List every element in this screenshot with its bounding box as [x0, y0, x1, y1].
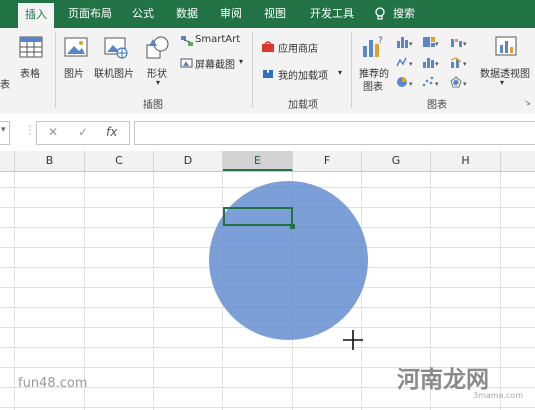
scatter-chart-icon[interactable]: ▾ [422, 76, 440, 91]
svg-text:▾: ▾ [463, 40, 467, 48]
pivot-chart-icon[interactable] [494, 34, 520, 63]
my-addins-button-label[interactable]: 我的加载项 [278, 67, 328, 82]
table-icon[interactable] [18, 34, 44, 63]
dialog-launcher-icon[interactable]: ↘ [524, 98, 531, 107]
select-all-corner[interactable] [0, 151, 15, 171]
svg-text:?: ? [378, 36, 383, 46]
smartart-button-label[interactable]: SmartArt [195, 34, 240, 45]
column-line [153, 172, 154, 410]
tab-developer[interactable]: 开发工具 [304, 0, 360, 28]
radar-chart-icon[interactable]: ▾ [450, 76, 468, 91]
pivot-chart-button-label[interactable]: 数据透视图 [480, 65, 530, 80]
column-header-i[interactable] [501, 151, 535, 171]
svg-text:▾: ▾ [435, 60, 439, 68]
screenshot-button-label[interactable]: 屏幕截图 [195, 56, 235, 71]
shapes-icon[interactable] [145, 35, 171, 64]
ribbon-tab-bar: 插入 页面布局 公式 数据 审阅 视图 开发工具 搜索 [0, 0, 535, 28]
tab-view[interactable]: 视图 [258, 0, 292, 28]
group-divider [252, 32, 253, 108]
line-chart-icon[interactable]: ▾ [396, 56, 414, 71]
waterfall-chart-icon[interactable]: ▾ [450, 36, 468, 51]
tab-review[interactable]: 审阅 [214, 0, 248, 28]
group-label-charts: 图表 [427, 100, 447, 111]
tab-page-layout[interactable]: 页面布局 [64, 0, 116, 28]
watermark-left: fun48.com [18, 376, 88, 391]
row-line [0, 407, 535, 408]
column-header-f[interactable]: F [293, 151, 362, 171]
column-line [14, 172, 15, 410]
picture-button-label[interactable]: 图片 [64, 65, 84, 80]
group-divider [55, 32, 56, 108]
screenshot-dropdown-icon[interactable]: ▾ [239, 57, 243, 66]
column-headers: B C D E F G H [0, 151, 535, 172]
tables-cut-label: 表 [0, 80, 10, 91]
column-header-b[interactable]: B [15, 151, 85, 171]
store-icon[interactable] [261, 41, 275, 56]
circle-shape[interactable] [209, 181, 368, 340]
column-line [84, 172, 85, 410]
name-box-dropdown-icon[interactable]: ▾ [1, 125, 6, 135]
svg-text:▾: ▾ [435, 80, 439, 88]
formula-input[interactable] [134, 121, 535, 145]
group-divider [351, 32, 352, 108]
cancel-icon[interactable]: ✕ [48, 125, 58, 139]
tab-insert[interactable]: 插入 [18, 3, 54, 28]
pie-chart-icon[interactable]: ▾ [396, 76, 414, 91]
row-line [0, 347, 535, 348]
group-label-illustrations: 插图 [143, 100, 163, 111]
tell-me-search[interactable]: 搜索 [390, 0, 418, 28]
group-label-addins: 加载项 [288, 100, 318, 111]
column-line [500, 172, 501, 410]
svg-text:▾: ▾ [463, 80, 467, 88]
statistic-chart-icon[interactable]: ▾ [422, 56, 440, 71]
hierarchy-chart-icon[interactable]: ▾ [422, 36, 440, 51]
watermark-brand: 河南龙网 [397, 367, 489, 393]
column-header-d[interactable]: D [154, 151, 223, 171]
combo-chart-icon[interactable]: ▾ [450, 56, 468, 71]
ribbon: 表 表格 图片 联机图片 形状 ▾ SmartArt 屏幕截图 ▾ 插图 应用商… [0, 28, 535, 115]
my-addins-dropdown-icon[interactable]: ▾ [338, 68, 342, 77]
active-cell-e[interactable] [223, 207, 293, 226]
my-addins-icon[interactable] [261, 68, 275, 83]
formula-bar-grip-icon: ⋮ [24, 123, 36, 137]
table-button-label[interactable]: 表格 [20, 65, 40, 80]
online-picture-icon[interactable] [103, 36, 129, 63]
column-header-g[interactable]: G [362, 151, 431, 171]
svg-text:▾: ▾ [463, 60, 467, 68]
column-header-c[interactable]: C [85, 151, 154, 171]
online-picture-button-label[interactable]: 联机图片 [94, 65, 134, 80]
enter-icon[interactable]: ✓ [78, 125, 88, 139]
svg-text:▾: ▾ [409, 80, 413, 88]
lightbulb-icon [374, 7, 386, 21]
tab-formulas[interactable]: 公式 [126, 0, 160, 28]
crosshair-cursor-icon [342, 329, 364, 351]
pivot-chart-dropdown-icon[interactable]: ▾ [500, 78, 504, 87]
svg-text:▾: ▾ [409, 60, 413, 68]
tab-data[interactable]: 数据 [170, 0, 204, 28]
insert-function-icon[interactable]: fx [106, 125, 117, 139]
screenshot-icon[interactable] [180, 57, 194, 72]
column-chart-icon[interactable]: ▾ [396, 36, 414, 51]
column-header-h[interactable]: H [431, 151, 501, 171]
column-header-e[interactable]: E [223, 151, 293, 171]
smartart-icon[interactable] [180, 35, 194, 50]
formula-bar: ▾ ⋮ ✕ ✓ fx [0, 114, 535, 151]
picture-icon[interactable] [63, 36, 89, 63]
recommended-charts-icon[interactable]: ? [360, 34, 386, 63]
svg-text:▾: ▾ [409, 40, 413, 48]
store-button-label[interactable]: 应用商店 [278, 40, 318, 55]
watermark-brand-small: 3mama.com [473, 391, 524, 400]
fill-handle[interactable] [290, 224, 295, 229]
svg-text:▾: ▾ [435, 40, 439, 48]
recommended-charts-label-2[interactable]: 图表 [363, 78, 383, 93]
shapes-dropdown-icon[interactable]: ▾ [156, 78, 160, 87]
